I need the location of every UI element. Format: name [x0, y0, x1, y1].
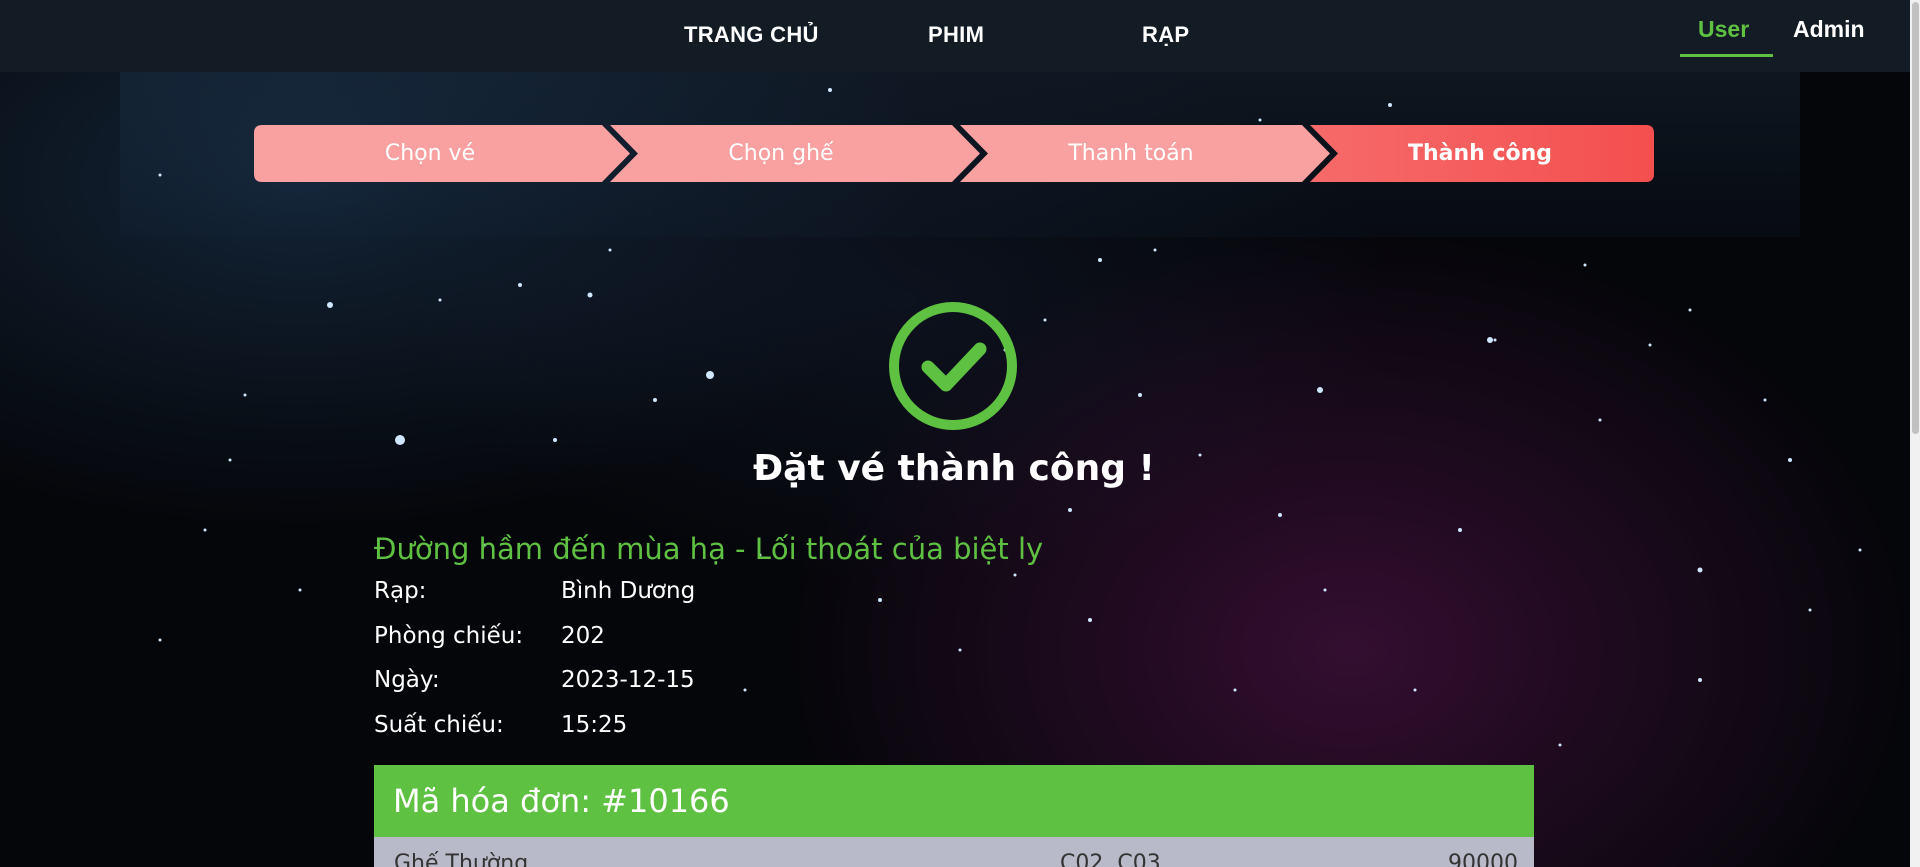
date-value: 2023-12-15 — [561, 667, 695, 693]
date-label: Ngày: — [374, 667, 440, 693]
success-title: Đặt vé thành công ! — [753, 448, 1155, 489]
showtime-value: 15:25 — [561, 712, 628, 738]
showtime-label: Suất chiếu: — [374, 712, 504, 738]
cinema-label: Rạp: — [374, 578, 427, 604]
admin-role-link[interactable]: Admin — [1793, 16, 1865, 43]
nav-home-link[interactable]: TRANG CHỦ — [684, 22, 819, 48]
price-cell: 90000 — [1448, 851, 1518, 867]
invoice-header: Mã hóa đơn: #10166 — [374, 765, 1534, 837]
seat-numbers-cell: C02, C03 — [1060, 851, 1161, 867]
room-label: Phòng chiếu: — [374, 623, 524, 649]
step-payment: Thanh toán — [1068, 141, 1194, 166]
booking-steps: Chọn vé Chọn ghế Thanh toán Thành công — [254, 125, 1654, 182]
movie-title: Đường hầm đến mùa hạ - Lối thoát của biệ… — [374, 532, 1044, 566]
step-choose-ticket: Chọn vé — [384, 141, 476, 166]
step-choose-seat: Chọn ghế — [728, 141, 834, 166]
scrollbar-thumb[interactable] — [1912, 2, 1919, 434]
nav-cinemas-link[interactable]: RẠP — [1142, 22, 1189, 48]
room-value: 202 — [561, 623, 605, 649]
table-row: Ghế Thường C02, C03 90000 — [374, 837, 1534, 867]
top-navbar: TRANG CHỦ PHIM RẠP User Admin — [0, 0, 1910, 72]
nav-movies-link[interactable]: PHIM — [928, 22, 984, 48]
seat-type-cell: Ghế Thường — [394, 851, 529, 867]
check-circle-icon — [889, 302, 1017, 430]
user-role-link[interactable]: User — [1698, 16, 1749, 43]
invoice-title: Mã hóa đơn: #10166 — [393, 782, 730, 820]
cinema-value: Bình Dương — [561, 578, 696, 604]
active-role-indicator — [1680, 54, 1773, 57]
step-success: Thành công — [1407, 141, 1553, 166]
